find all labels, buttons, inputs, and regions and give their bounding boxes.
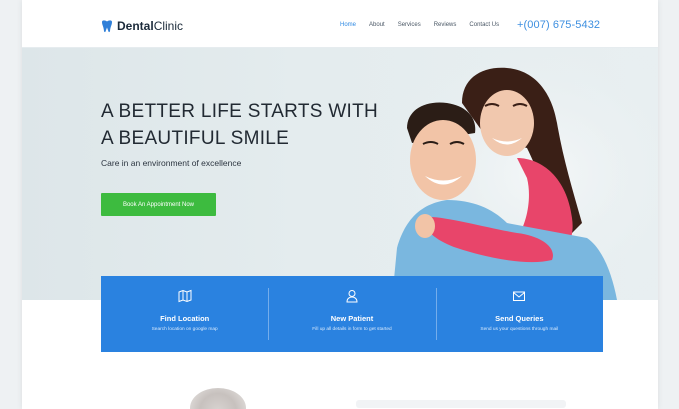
couple-photo [367, 48, 658, 300]
main-nav: Home About Services Reviews Contact Us [340, 22, 512, 28]
brand-name-bold: Dental [117, 19, 154, 33]
feature-description: Send us your questions through mail [480, 327, 559, 332]
nav-contact-us[interactable]: Contact Us [469, 22, 499, 28]
hero-section: A BETTER LIFE STARTS WITH A BEAUTIFUL SM… [22, 48, 658, 300]
feature-description: Search location on google map [151, 327, 218, 332]
doctor-photo-partial [190, 388, 246, 409]
hero-title: A BETTER LIFE STARTS WITH A BEAUTIFUL SM… [101, 98, 401, 152]
feature-title: Send Queries [495, 314, 544, 323]
map-icon [178, 289, 192, 303]
phone-number[interactable]: +(007) 675-5432 [517, 19, 600, 31]
hero-title-line-2: A BEAUTIFUL SMILE [101, 128, 290, 149]
new-patient-card[interactable]: New Patient Fill up all details in form … [268, 276, 435, 352]
hero-title-line-1: A BETTER LIFE STARTS WITH [101, 101, 379, 122]
brand-logo[interactable]: Dental Clinic [100, 18, 183, 34]
book-appointment-button[interactable]: Book An Appointment Now [101, 193, 216, 216]
feature-description: Fill up all details in form to get start… [312, 327, 392, 332]
nav-about[interactable]: About [369, 22, 385, 28]
site-header: Dental Clinic Home About Services Review… [22, 0, 658, 48]
nav-services[interactable]: Services [398, 22, 421, 28]
mail-icon [513, 291, 526, 301]
feature-title: Find Location [160, 314, 210, 323]
tooth-icon [102, 20, 112, 33]
brand-name-regular: Clinic [153, 19, 184, 33]
nav-reviews[interactable]: Reviews [434, 22, 457, 28]
find-location-card[interactable]: Find Location Search location on google … [101, 276, 268, 352]
website-page: Dental Clinic Home About Services Review… [22, 0, 658, 409]
send-queries-card[interactable]: Send Queries Send us your questions thro… [435, 276, 603, 352]
nav-home[interactable]: Home [340, 22, 356, 28]
section-heading-partial [356, 400, 566, 408]
hero-subtitle: Care in an environment of excellence [101, 158, 242, 168]
feature-title: New Patient [330, 314, 374, 323]
user-icon [346, 290, 358, 303]
feature-bar: Find Location Search location on google … [101, 276, 603, 352]
